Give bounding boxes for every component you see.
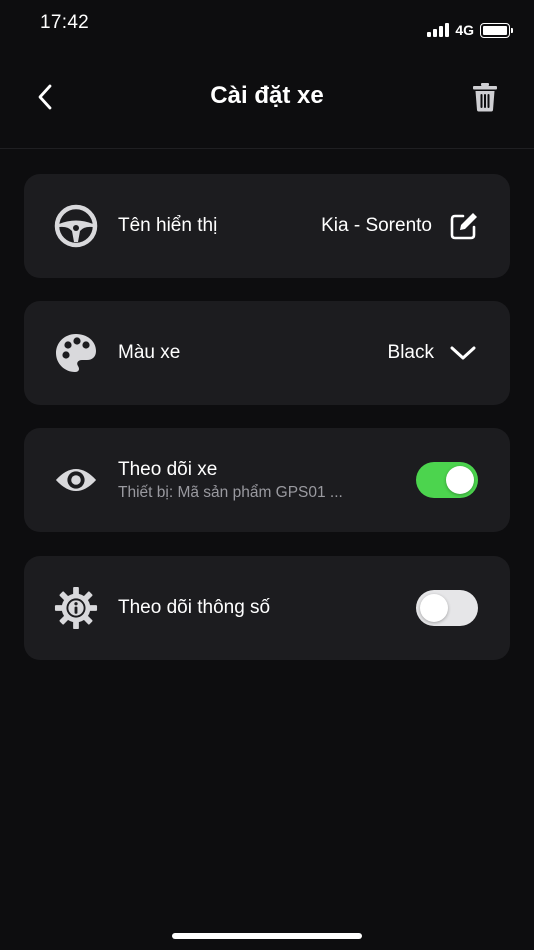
car-color-value: Black xyxy=(387,342,434,363)
palette-icon xyxy=(54,331,98,375)
track-params-toggle[interactable] xyxy=(416,590,478,626)
track-params-label: Theo dõi thông số xyxy=(118,597,271,618)
trash-icon xyxy=(473,83,497,112)
track-car-card: Theo dõi xe Thiết bị: Mã sản phẩm GPS01 … xyxy=(24,428,510,532)
steering-wheel-icon xyxy=(54,204,98,248)
battery-icon xyxy=(480,22,513,38)
status-indicators: 4G xyxy=(427,22,513,38)
home-indicator xyxy=(172,933,362,939)
header-divider xyxy=(0,148,534,149)
track-car-toggle[interactable] xyxy=(416,462,478,498)
track-car-device: Thiết bị: Mã sản phẩm GPS01 ... xyxy=(118,484,343,501)
car-color-card[interactable]: Màu xe Black xyxy=(24,301,510,405)
chevron-down-icon xyxy=(450,346,476,360)
vehicle-settings-screen: 17:42 4G Cài đặt xe Tên hiển thị Kia - S… xyxy=(0,0,534,950)
track-params-card: Theo dõi thông số xyxy=(24,556,510,660)
display-name-card[interactable]: Tên hiển thị Kia - Sorento xyxy=(24,174,510,278)
edit-name-button[interactable] xyxy=(448,210,480,242)
page-title: Cài đặt xe xyxy=(210,82,324,109)
gear-info-icon xyxy=(54,586,98,630)
toggle-knob xyxy=(446,466,474,494)
status-time: 17:42 xyxy=(40,12,90,33)
display-name-value: Kia - Sorento xyxy=(321,215,432,236)
track-car-label: Theo dõi xe xyxy=(118,459,218,480)
network-type: 4G xyxy=(455,22,474,38)
header: Cài đặt xe xyxy=(0,60,534,136)
car-color-dropdown[interactable] xyxy=(448,339,478,367)
car-color-label: Màu xe xyxy=(118,342,181,363)
eye-icon xyxy=(54,458,98,502)
status-bar: 17:42 4G xyxy=(0,0,534,50)
edit-icon xyxy=(450,213,477,240)
toggle-knob xyxy=(420,594,448,622)
delete-button[interactable] xyxy=(470,80,500,114)
display-name-label: Tên hiển thị xyxy=(118,215,218,236)
signal-bars-icon xyxy=(427,23,450,37)
